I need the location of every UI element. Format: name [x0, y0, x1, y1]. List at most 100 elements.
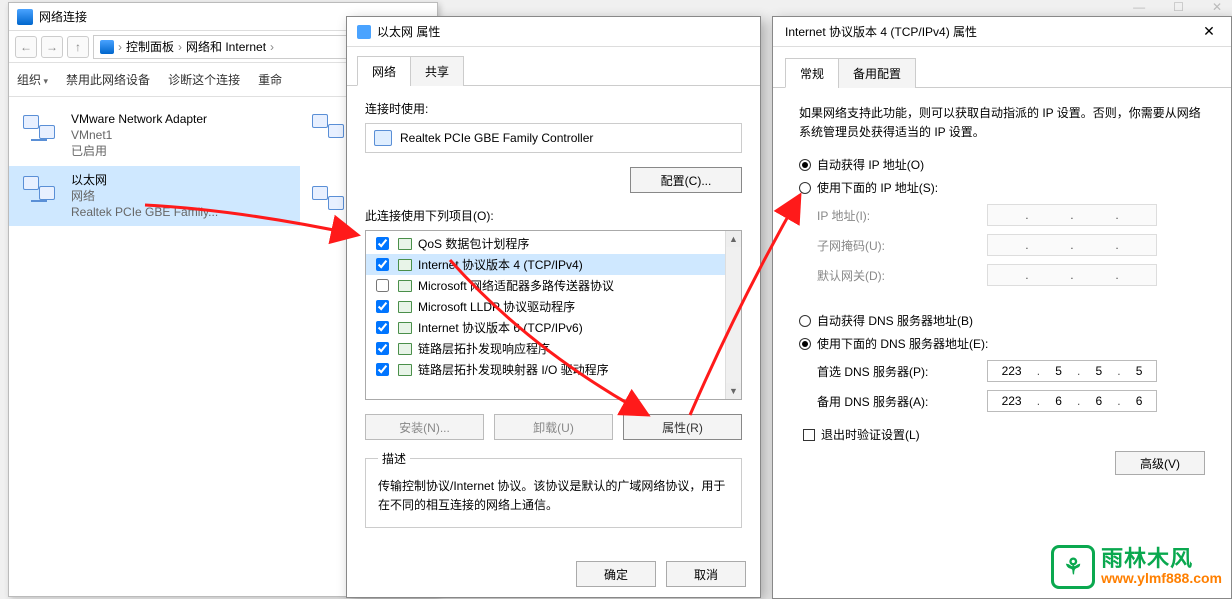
cancel-button[interactable]: 取消: [666, 561, 746, 587]
dns2-label: 备用 DNS 服务器(A):: [817, 393, 987, 410]
disable-device-button[interactable]: 禁用此网络设备: [66, 71, 150, 88]
dns1-label: 首选 DNS 服务器(P):: [817, 363, 987, 380]
diagnose-button[interactable]: 诊断这个连接: [168, 71, 240, 88]
ipv4-properties-dialog: Internet 协议版本 4 (TCP/IPv4) 属性 ✕ 常规 备用配置 …: [772, 16, 1232, 599]
device-name: Realtek PCIe GBE Family Controller: [400, 131, 593, 145]
properties-button[interactable]: 属性(R): [623, 414, 742, 440]
protocol-row[interactable]: Microsoft 网络适配器多路传送器协议: [366, 275, 741, 296]
back-button[interactable]: ←: [15, 36, 37, 58]
tab-general[interactable]: 常规: [785, 58, 839, 88]
radio-manual-dns-label: 使用下面的 DNS 服务器地址(E):: [817, 335, 988, 352]
ip-label: IP 地址(I):: [817, 207, 987, 224]
mask-label: 子网掩码(U):: [817, 237, 987, 254]
validate-label: 退出时验证设置(L): [821, 426, 920, 443]
ethernet-properties-dialog: 以太网 属性 网络 共享 连接时使用: Realtek PCIe GBE Fam…: [346, 16, 761, 598]
item-title: 以太网: [71, 172, 218, 188]
protocol-checkbox[interactable]: [376, 321, 389, 334]
scrollbar[interactable]: ▲ ▼: [725, 231, 741, 399]
control-panel-icon: [100, 40, 114, 54]
watermark-title: 雨林木风: [1101, 547, 1222, 571]
gateway-input: ...: [987, 264, 1157, 286]
connect-using-label: 连接时使用:: [365, 100, 742, 117]
protocol-row[interactable]: Microsoft LLDP 协议驱动程序: [366, 296, 741, 317]
up-button[interactable]: ↑: [67, 36, 89, 58]
nic-icon: [374, 130, 392, 146]
radio-on-icon: [799, 159, 811, 171]
dlg2-titlebar[interactable]: 以太网 属性: [347, 17, 760, 47]
dns1-input[interactable]: 223. 5. 5. 5: [987, 360, 1157, 382]
protocol-checkbox[interactable]: [376, 363, 389, 376]
device-box[interactable]: Realtek PCIe GBE Family Controller: [365, 123, 742, 153]
gateway-label: 默认网关(D):: [817, 267, 987, 284]
install-button[interactable]: 安装(N)...: [365, 414, 484, 440]
protocol-icon: [398, 280, 412, 292]
checkbox-icon: [803, 429, 815, 441]
radio-auto-dns[interactable]: 自动获得 DNS 服务器地址(B): [799, 312, 1205, 329]
protocol-icon: [398, 301, 412, 313]
dns2-input[interactable]: 223. 6. 6. 6: [987, 390, 1157, 412]
crumb-b[interactable]: 网络和 Internet: [186, 38, 266, 55]
protocol-checkbox[interactable]: [376, 279, 389, 292]
watermark: ⚘ 雨林木风 www.ylmf888.com: [1051, 545, 1222, 589]
description-text: 传输控制协议/Internet 协议。该协议是默认的广域网络协议，用于在不同的相…: [378, 477, 729, 515]
configure-button[interactable]: 配置(C)...: [630, 167, 742, 193]
protocol-icon: [398, 322, 412, 334]
rename-button[interactable]: 重命: [258, 71, 282, 88]
dlg3-tabs: 常规 备用配置: [773, 47, 1231, 88]
protocol-row[interactable]: 链路层拓扑发现映射器 I/O 驱动程序: [366, 359, 741, 380]
protocol-list[interactable]: QoS 数据包计划程序Internet 协议版本 4 (TCP/IPv4) Mic…: [365, 230, 742, 400]
radio-auto-dns-label: 自动获得 DNS 服务器地址(B): [817, 312, 973, 329]
radio-off-icon: [799, 182, 811, 194]
radio-auto-ip-label: 自动获得 IP 地址(O): [817, 156, 924, 173]
close-button[interactable]: ✕: [1187, 17, 1231, 47]
items-label: 此连接使用下列项目(O):: [365, 207, 742, 224]
network-adapter-icon: [21, 111, 61, 151]
protocol-checkbox[interactable]: [376, 300, 389, 313]
item-title: VMware Network Adapter: [71, 111, 207, 127]
win1-title: 网络连接: [39, 8, 87, 25]
ethernet-icon: [357, 25, 371, 39]
protocol-row[interactable]: Internet 协议版本 6 (TCP/IPv6): [366, 317, 741, 338]
protocol-row[interactable]: Internet 协议版本 4 (TCP/IPv4): [366, 254, 741, 275]
validate-checkbox[interactable]: 退出时验证设置(L): [803, 426, 1205, 443]
protocol-row[interactable]: QoS 数据包计划程序: [366, 233, 741, 254]
protocol-label: Internet 协议版本 6 (TCP/IPv6): [418, 319, 583, 336]
network-icon: [17, 9, 33, 25]
crumb-a[interactable]: 控制面板: [126, 38, 174, 55]
scroll-up-icon[interactable]: ▲: [726, 231, 741, 247]
radio-auto-ip[interactable]: 自动获得 IP 地址(O): [799, 156, 1205, 173]
ok-button[interactable]: 确定: [576, 561, 656, 587]
protocol-icon: [398, 343, 412, 355]
ip-input: ...: [987, 204, 1157, 226]
protocol-checkbox[interactable]: [376, 258, 389, 271]
protocol-label: 链路层拓扑发现响应程序: [418, 340, 550, 357]
scroll-down-icon[interactable]: ▼: [726, 383, 741, 399]
tab-network[interactable]: 网络: [357, 56, 411, 86]
advanced-button[interactable]: 高级(V): [1115, 451, 1205, 475]
tab-alternate[interactable]: 备用配置: [838, 58, 916, 88]
dlg3-titlebar[interactable]: Internet 协议版本 4 (TCP/IPv4) 属性 ✕: [773, 17, 1231, 47]
protocol-checkbox[interactable]: [376, 237, 389, 250]
uninstall-button[interactable]: 卸载(U): [494, 414, 613, 440]
item-sub2: 已启用: [71, 143, 207, 159]
radio-manual-dns[interactable]: 使用下面的 DNS 服务器地址(E):: [799, 335, 1205, 352]
radio-manual-ip[interactable]: 使用下面的 IP 地址(S):: [799, 179, 1205, 196]
tab-sharing[interactable]: 共享: [410, 56, 464, 86]
dlg2-tabs: 网络 共享: [347, 47, 760, 86]
radio-off-icon: [799, 315, 811, 327]
organize-menu[interactable]: 组织: [17, 71, 48, 88]
protocol-checkbox[interactable]: [376, 342, 389, 355]
protocol-icon: [398, 259, 412, 271]
forward-button[interactable]: →: [41, 36, 63, 58]
description-legend: 描述: [378, 450, 410, 467]
dlg2-title: 以太网 属性: [377, 23, 440, 40]
item-sub1: 网络: [71, 188, 218, 204]
mask-input: ...: [987, 234, 1157, 256]
dlg3-title: Internet 协议版本 4 (TCP/IPv4) 属性: [785, 23, 977, 40]
item-sub1: VMnet1: [71, 127, 207, 143]
radio-on-icon: [799, 338, 811, 350]
protocol-row[interactable]: 链路层拓扑发现响应程序: [366, 338, 741, 359]
protocol-icon: [398, 364, 412, 376]
protocol-label: Microsoft 网络适配器多路传送器协议: [418, 277, 614, 294]
watermark-url: www.ylmf888.com: [1101, 571, 1222, 586]
